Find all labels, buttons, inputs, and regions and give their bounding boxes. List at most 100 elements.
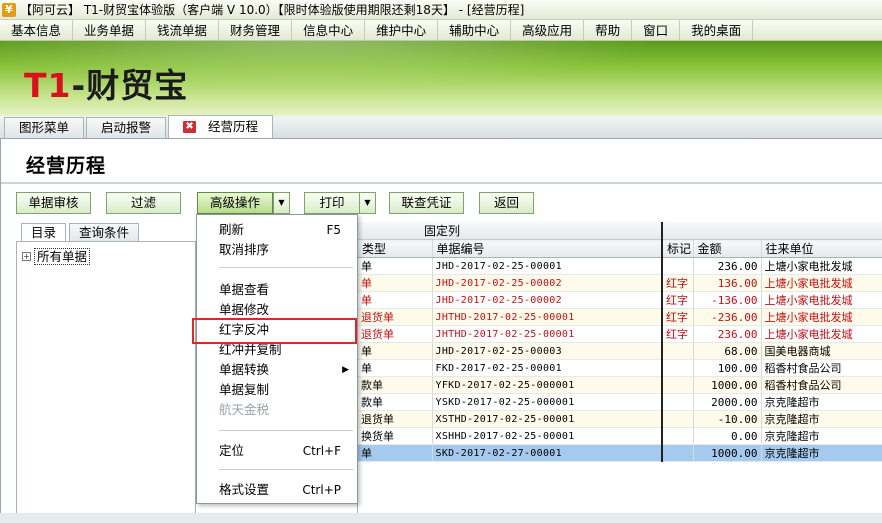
cell-type: 单 <box>358 359 433 377</box>
cell-code: JHTHD-2017-02-25-00001 <box>432 325 664 343</box>
cell-party: 上塘小家电批发城 <box>761 291 882 309</box>
cell-type: 退货单 <box>358 325 433 343</box>
menu-separator <box>219 469 353 470</box>
cell-amount: -236.00 <box>693 308 762 326</box>
table-row[interactable]: 退货单 JHTHD-2017-02-25-00001 红字 236.00 上塘小… <box>358 325 882 343</box>
grid-header: 类型 单据编号 标记 金额 往来单位 <box>358 239 882 258</box>
table-row[interactable]: 单 FKD-2017-02-25-00001 100.00 稻香村食品公司 <box>358 359 882 377</box>
cell-party: 京克隆超市 <box>761 393 882 411</box>
menu-item-convert[interactable]: 单据转换 ▶ <box>197 360 357 380</box>
cell-type: 单 <box>358 274 433 292</box>
advanced-ops-button[interactable]: 高级操作 <box>197 192 273 214</box>
tab-business-history[interactable]: ✖ 经营历程 <box>168 115 274 138</box>
menu-separator <box>219 430 353 431</box>
table-row[interactable]: 退货单 XSTHD-2017-02-25-00001 -10.00 京克隆超市 <box>358 410 882 428</box>
advanced-ops-menu: 刷新 F5 取消排序 单据查看 单据修改 红字反冲 红冲并复制 单据转换 ▶ 单据复… <box>196 214 358 504</box>
menu-item-view[interactable]: 单据查看 <box>197 280 357 300</box>
menu-separator <box>219 267 353 268</box>
col-doc-number[interactable]: 单据编号 <box>432 239 664 258</box>
documents-grid: 固定列 类型 单据编号 标记 金额 往来单位 单 JHD-2017-02-25-… <box>357 222 882 523</box>
table-row[interactable]: 退货单 JHTHD-2017-02-25-00001 红字 -236.00 上塘… <box>358 308 882 326</box>
table-row[interactable]: 单 JHD-2017-02-25-00002 红字 136.00 上塘小家电批发… <box>358 274 882 292</box>
cell-type: 单 <box>358 444 433 462</box>
shortcut-label: Ctrl+P <box>302 483 341 497</box>
print-dropdown-arrow[interactable]: ▼ <box>359 192 376 214</box>
filter-button[interactable]: 过滤 <box>106 192 181 214</box>
shortcut-label: F5 <box>326 223 341 237</box>
col-type[interactable]: 类型 <box>358 239 433 258</box>
table-row[interactable]: 款单 YSKD-2017-02-25-000001 2000.00 京克隆超市 <box>358 393 882 411</box>
menu-item-label: 航天金税 <box>219 402 270 417</box>
advanced-ops-dropdown-arrow[interactable]: ▼ <box>273 192 290 214</box>
brand-banner: T1-财贸宝 <box>0 41 882 116</box>
menu-my-desktop[interactable]: 我的桌面 <box>680 19 754 41</box>
cell-mark <box>662 257 694 275</box>
menu-item-label: 红冲并复制 <box>219 342 282 357</box>
cell-amount: 136.00 <box>693 274 762 292</box>
cell-type: 款单 <box>358 376 433 394</box>
tab-graphic-menu[interactable]: 图形菜单 <box>4 117 85 138</box>
cell-mark <box>662 444 694 462</box>
tab-catalog[interactable]: 目录 <box>21 223 67 242</box>
back-button[interactable]: 返回 <box>479 192 534 214</box>
print-button[interactable]: 打印 <box>304 192 360 214</box>
cell-party: 国美电器商城 <box>761 342 882 360</box>
cell-type: 单 <box>358 257 433 275</box>
menu-item-format[interactable]: 格式设置 Ctrl+P <box>197 480 357 500</box>
table-row[interactable]: 换货单 XSHHD-2017-02-25-00001 0.00 京克隆超市 <box>358 427 882 445</box>
cell-mark <box>662 359 694 377</box>
cell-type: 单 <box>358 291 433 309</box>
table-row[interactable]: 单 JHD-2017-02-25-00003 68.00 国美电器商城 <box>358 342 882 360</box>
cell-type: 款单 <box>358 393 433 411</box>
cell-type: 单 <box>358 342 433 360</box>
cell-party: 上塘小家电批发城 <box>761 308 882 326</box>
cell-mark <box>662 342 694 360</box>
cell-party: 上塘小家电批发城 <box>761 325 882 343</box>
menu-item-edit[interactable]: 单据修改 <box>197 300 357 320</box>
audit-button[interactable]: 单据审核 <box>16 192 91 214</box>
table-row[interactable]: 单 JHD-2017-02-25-00001 236.00 上塘小家电批发城 <box>358 257 882 275</box>
bottom-scroll-area <box>0 513 882 523</box>
brand-t1: T1 <box>24 66 72 105</box>
menu-window[interactable]: 窗口 <box>632 19 681 41</box>
cell-code: XSHHD-2017-02-25-00001 <box>432 427 664 445</box>
cell-type: 换货单 <box>358 427 433 445</box>
col-party[interactable]: 往来单位 <box>761 239 882 258</box>
menu-business-docs[interactable]: 业务单据 <box>73 19 147 41</box>
tab-query-conditions[interactable]: 查询条件 <box>69 223 140 242</box>
menu-help[interactable]: 帮助 <box>584 19 633 41</box>
highlight-red-reverse <box>192 318 357 344</box>
menu-basic-info[interactable]: 基本信息 <box>0 19 74 41</box>
menu-item-label: 单据查看 <box>219 282 270 297</box>
menu-info-center[interactable]: 信息中心 <box>292 19 366 41</box>
menu-finance[interactable]: 财务管理 <box>219 19 293 41</box>
menu-advanced[interactable]: 高级应用 <box>511 19 585 41</box>
menu-item-locate[interactable]: 定位 Ctrl+F <box>197 441 357 461</box>
table-row[interactable]: 单 JHD-2017-02-25-00002 红字 -136.00 上塘小家电批… <box>358 291 882 309</box>
tab-startup-alert[interactable]: 启动报警 <box>86 117 167 138</box>
menu-item-label: 格式设置 <box>219 482 270 497</box>
tree-node-all-docs[interactable]: + 所有单据 <box>22 248 91 265</box>
linked-voucher-button[interactable]: 联查凭证 <box>389 192 464 214</box>
cell-amount: -10.00 <box>693 410 762 428</box>
brand-logo: T1-财贸宝 <box>24 59 188 107</box>
table-row[interactable]: 款单 YFKD-2017-02-25-000001 1000.00 稻香村食品公… <box>358 376 882 394</box>
col-mark[interactable]: 标记 <box>662 239 694 258</box>
menu-item-label: 刷新 <box>219 222 245 237</box>
table-row-selected[interactable]: 单 SKD-2017-02-27-00001 1000.00 京克隆超市 <box>358 444 882 462</box>
menu-item-golden-tax: 航天金税 <box>197 400 357 420</box>
document-tabs: 图形菜单 启动报警 ✖ 经营历程 <box>0 115 882 139</box>
col-amount[interactable]: 金额 <box>693 239 762 258</box>
content-area: 经营历程 单据审核 过滤 高级操作 ▼ 打印 ▼ 联查凭证 返回 目录 查询条件… <box>0 139 882 523</box>
menu-item-refresh[interactable]: 刷新 F5 <box>197 220 357 240</box>
menu-item-cancel-sort[interactable]: 取消排序 <box>197 240 357 260</box>
cell-mark <box>662 376 694 394</box>
menu-maintenance[interactable]: 维护中心 <box>365 19 439 41</box>
menu-cashflow-docs[interactable]: 钱流单据 <box>146 19 220 41</box>
menu-aux-center[interactable]: 辅助中心 <box>438 19 512 41</box>
cell-mark: 红字 <box>662 308 694 326</box>
title-divider <box>1 182 882 184</box>
menu-item-copy[interactable]: 单据复制 <box>197 380 357 400</box>
expand-icon[interactable]: + <box>22 252 31 261</box>
close-icon[interactable]: ✖ <box>183 121 197 133</box>
